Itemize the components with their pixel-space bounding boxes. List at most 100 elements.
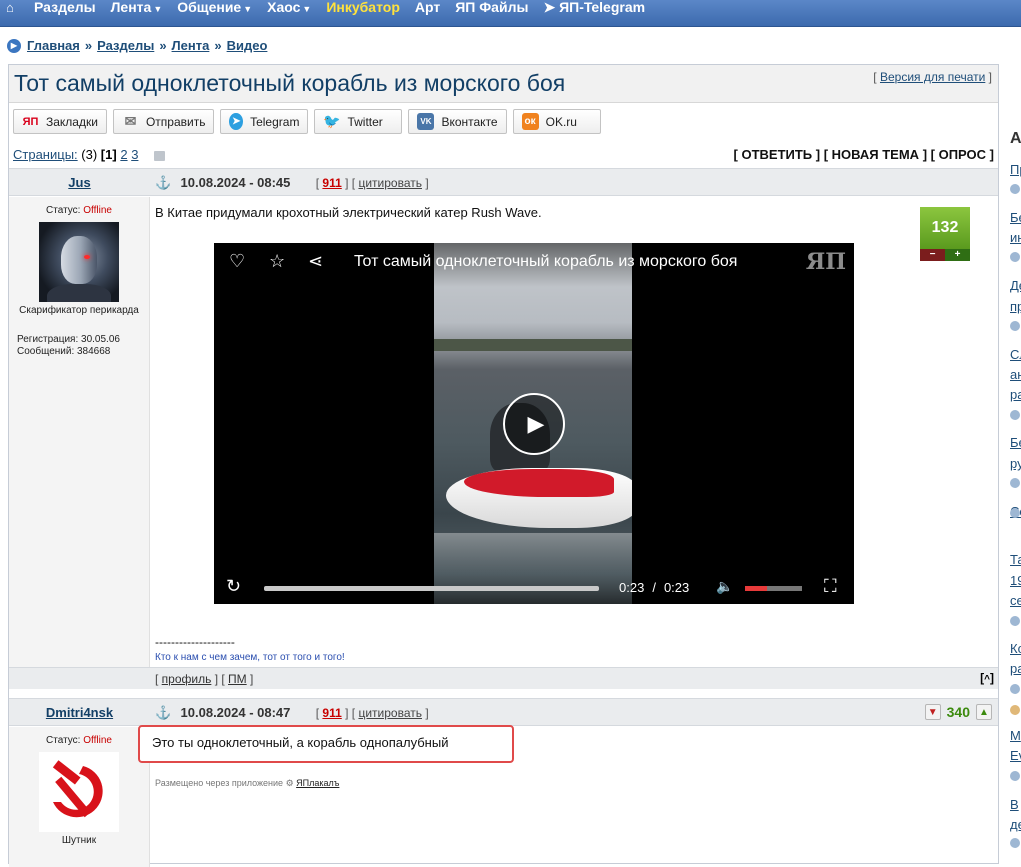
sidebar-link[interactable]: 19 bbox=[1010, 573, 1021, 588]
scroll-top-button[interactable]: [^] bbox=[980, 671, 994, 685]
bookmarks-button[interactable]: ЯП Закладки bbox=[13, 109, 107, 134]
sidebar-link[interactable]: ра bbox=[1010, 661, 1021, 676]
post-number-link[interactable]: 911 bbox=[322, 176, 341, 190]
person-icon bbox=[1010, 616, 1020, 626]
nav-art[interactable]: Арт bbox=[415, 0, 440, 15]
pages-label[interactable]: Страницы: bbox=[13, 147, 78, 162]
post-header: Dmitri4nsk ⚓ 10.08.2024 - 08:47 [ 911 ] … bbox=[9, 698, 998, 726]
share-icon[interactable]: ⋖ bbox=[308, 251, 323, 272]
topic-title-bar: Тот самый одноклеточный корабль из морск… bbox=[9, 65, 998, 103]
anchor-icon[interactable]: ⚓ bbox=[155, 705, 171, 720]
volume-slider[interactable] bbox=[745, 586, 802, 591]
anchor-icon[interactable]: ⚓ bbox=[155, 175, 171, 190]
sidebar-link[interactable]: Та bbox=[1010, 552, 1021, 567]
pm-link[interactable]: ПМ bbox=[228, 672, 247, 686]
replay-icon[interactable]: ↻ bbox=[226, 576, 241, 597]
nav-inkubator[interactable]: Инкубатор bbox=[326, 0, 400, 15]
sidebar-link[interactable]: Сл bbox=[1010, 347, 1021, 362]
reply-button[interactable]: ОТВЕТИТЬ bbox=[741, 147, 812, 162]
breadcrumb-razdely[interactable]: Разделы bbox=[97, 38, 154, 53]
vote-minus-button[interactable]: − bbox=[920, 249, 945, 261]
post-date: 10.08.2024 - 08:45 bbox=[180, 175, 291, 190]
envelope-icon[interactable] bbox=[154, 150, 166, 161]
topic-container: Тот самый одноклеточный корабль из морск… bbox=[8, 64, 999, 867]
rating-controls: − + bbox=[920, 249, 970, 261]
clock-icon bbox=[1010, 705, 1020, 715]
nav-lenta[interactable]: Лента ▼ bbox=[111, 0, 163, 15]
telegram-plane-icon: ➤ bbox=[543, 0, 560, 15]
sidebar-link[interactable]: М bbox=[1010, 728, 1021, 743]
print-version-link[interactable]: Версия для печати bbox=[880, 70, 985, 84]
sidebar-link[interactable]: се bbox=[1010, 593, 1021, 608]
post-footer: [ профиль ] [ ПМ ] [^] bbox=[9, 667, 998, 689]
vote-plus-button[interactable]: + bbox=[945, 249, 970, 261]
volume-icon[interactable]: 🔈 bbox=[716, 578, 733, 595]
poll-button[interactable]: ОПРОС bbox=[939, 147, 986, 162]
post-number-link[interactable]: 911 bbox=[322, 706, 341, 720]
home-icon[interactable]: ⌂ bbox=[6, 0, 24, 15]
profile-link[interactable]: профиль bbox=[162, 672, 212, 686]
heart-icon[interactable]: ♡ bbox=[229, 251, 245, 272]
nav-label: Разделы bbox=[34, 0, 96, 15]
sidebar-link[interactable]: Ev bbox=[1010, 748, 1021, 763]
nav-haos[interactable]: Хаос ▼ bbox=[267, 0, 311, 15]
play-button[interactable]: ▶ bbox=[503, 393, 565, 455]
page-link-3[interactable]: 3 bbox=[131, 147, 138, 162]
time-separator: / bbox=[652, 580, 656, 595]
nav-telegram[interactable]: ➤ ЯП-Telegram bbox=[543, 0, 645, 16]
star-icon[interactable]: ☆ bbox=[269, 251, 285, 272]
breadcrumb-lenta[interactable]: Лента bbox=[172, 38, 210, 53]
video-player[interactable]: ♡ ☆ ⋖ Тот самый одноклеточный корабль из… bbox=[214, 243, 854, 604]
avatar[interactable] bbox=[39, 222, 119, 302]
app-link[interactable]: ЯПлакалъ bbox=[296, 778, 339, 788]
user-status: Статус: Offline bbox=[9, 205, 149, 216]
sidebar-link[interactable]: Бе bbox=[1010, 435, 1021, 450]
breadcrumb-video[interactable]: Видео bbox=[227, 38, 268, 53]
new-topic-button[interactable]: НОВАЯ ТЕМА bbox=[832, 147, 919, 162]
sidebar-link[interactable]: пр bbox=[1010, 299, 1021, 314]
nav-obshchenie[interactable]: Общение ▼ bbox=[177, 0, 252, 15]
sidebar-link[interactable]: В bbox=[1010, 797, 1019, 812]
sidebar-link[interactable]: ан bbox=[1010, 367, 1021, 382]
sidebar-link[interactable]: де bbox=[1010, 817, 1021, 832]
sidebar-link[interactable]: ра bbox=[1010, 387, 1021, 402]
page-link-2[interactable]: 2 bbox=[120, 147, 127, 162]
person-icon bbox=[1010, 252, 1020, 262]
sidebar-link[interactable]: ру bbox=[1010, 456, 1021, 471]
fullscreen-icon[interactable]: ⛶ bbox=[824, 576, 837, 597]
nav-files[interactable]: ЯП Файлы bbox=[455, 0, 528, 15]
thumb-down-icon[interactable]: ▼ bbox=[924, 704, 941, 720]
volume-level bbox=[745, 586, 767, 591]
breadcrumb-home[interactable]: Главная bbox=[27, 38, 80, 53]
avatar[interactable] bbox=[39, 752, 119, 832]
android-icon: ⚙ bbox=[285, 778, 297, 788]
post-rating: ▼ 340 ▲ bbox=[924, 704, 992, 720]
button-label: Закладки bbox=[46, 114, 98, 129]
twitter-share-button[interactable]: 🐦 Twitter bbox=[314, 109, 403, 134]
breadcrumb-arrow-icon: ▶ bbox=[7, 38, 21, 53]
quote-link[interactable]: цитировать bbox=[358, 706, 422, 720]
post-author-link[interactable]: Jus bbox=[9, 175, 150, 190]
thumb-up-icon[interactable]: ▲ bbox=[976, 704, 992, 720]
sidebar-link[interactable]: Ко bbox=[1010, 641, 1021, 656]
quote-link[interactable]: цитировать bbox=[358, 176, 422, 190]
page-title: Тот самый одноклеточный корабль из морск… bbox=[14, 70, 566, 96]
post-author-link[interactable]: Dmitri4nsk bbox=[9, 705, 150, 720]
ok-share-button[interactable]: ок OK.ru bbox=[512, 109, 601, 134]
send-button[interactable]: ✉ Отправить bbox=[112, 109, 215, 134]
nav-razdely[interactable]: Разделы bbox=[34, 0, 96, 15]
person-icon bbox=[1010, 771, 1020, 781]
sidebar-link[interactable]: ин bbox=[1010, 230, 1021, 245]
sidebar-link[interactable]: Пр bbox=[1010, 162, 1021, 177]
vk-share-button[interactable]: VK Вконтакте bbox=[408, 109, 507, 134]
sidebar-heading: А bbox=[1010, 130, 1021, 147]
seek-bar[interactable] bbox=[264, 586, 599, 591]
right-sidebar: А Пр Бе ин Де пр Сл ан ра Бе ру Се Та 19… bbox=[1006, 130, 1021, 851]
sidebar-link[interactable]: Бе bbox=[1010, 210, 1021, 225]
top-nav: ⌂ Разделы Лента ▼ Общение ▼ Хаос ▼ Инкубато… bbox=[0, 0, 1021, 27]
sidebar-link[interactable]: Де bbox=[1010, 278, 1021, 293]
nav-label: Арт bbox=[414, 0, 441, 15]
telegram-share-button[interactable]: ➤ Telegram bbox=[220, 109, 309, 134]
post-date: 10.08.2024 - 08:47 bbox=[180, 705, 291, 720]
post-header: Jus ⚓ 10.08.2024 - 08:45 [ 911 ] [ цитир… bbox=[9, 168, 998, 196]
